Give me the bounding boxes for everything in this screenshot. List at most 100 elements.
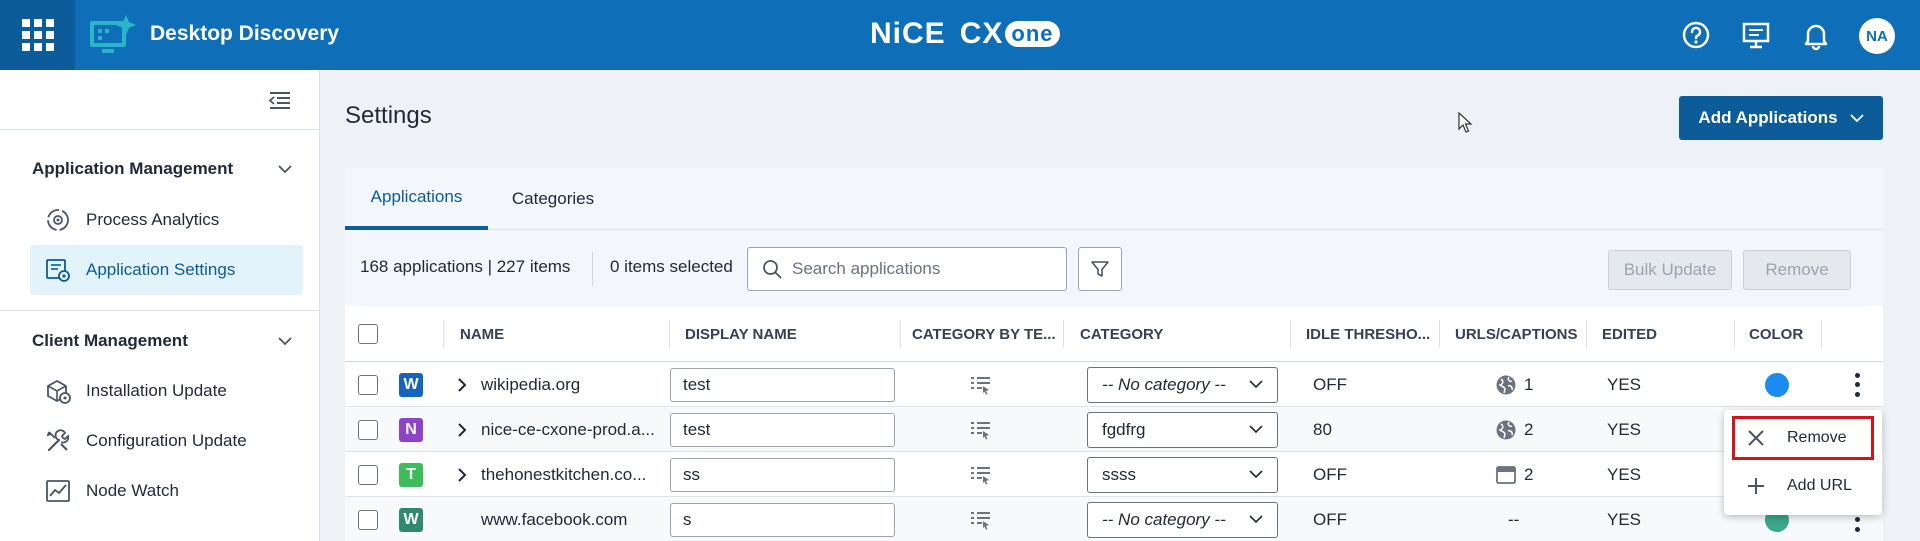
column-header-name[interactable]: NAME bbox=[460, 306, 504, 362]
sidebar-item-installation-update[interactable]: Installation Update bbox=[30, 366, 303, 416]
installation-update-icon bbox=[47, 380, 71, 404]
section-application-management[interactable]: Application Management bbox=[32, 159, 292, 179]
chevron-down-icon bbox=[278, 164, 292, 173]
category-template-icon[interactable] bbox=[970, 510, 992, 530]
bulk-update-button[interactable]: Bulk Update bbox=[1608, 250, 1732, 290]
selected-count: 0 items selected bbox=[610, 257, 733, 276]
edited-value: YES bbox=[1607, 374, 1642, 394]
category-template-icon[interactable] bbox=[970, 420, 992, 440]
sidebar: Application Management Process Analytics… bbox=[0, 70, 320, 541]
column-divider bbox=[669, 320, 670, 348]
column-divider bbox=[1586, 320, 1587, 348]
add-applications-button[interactable]: Add Applications bbox=[1679, 96, 1883, 140]
help-icon[interactable] bbox=[1680, 19, 1712, 51]
column-header-color[interactable]: COLOR bbox=[1749, 306, 1803, 362]
collapse-sidebar-icon[interactable] bbox=[268, 90, 292, 110]
sidebar-item-label: Application Settings bbox=[86, 260, 236, 279]
configuration-update-icon bbox=[46, 429, 70, 452]
sidebar-divider bbox=[0, 310, 320, 311]
process-analytics-icon bbox=[47, 209, 69, 231]
application-settings-icon bbox=[46, 259, 70, 282]
applications-panel: Applications Categories 168 applications… bbox=[345, 168, 1883, 541]
globe-icon bbox=[1496, 375, 1516, 394]
display-name-input[interactable]: s bbox=[670, 502, 895, 537]
expand-chevron-icon[interactable] bbox=[456, 422, 468, 438]
column-header-category-by-template[interactable]: CATEGORY BY TE... bbox=[912, 306, 1056, 362]
menu-item-add-url[interactable]: Add URL bbox=[1732, 464, 1874, 508]
category-select[interactable]: ssss bbox=[1087, 456, 1278, 493]
brand-one: one bbox=[1005, 21, 1060, 47]
category-template-icon[interactable] bbox=[970, 465, 992, 485]
column-header-idle-threshold[interactable]: IDLE THRESHO... bbox=[1306, 306, 1430, 362]
app-launcher-button[interactable] bbox=[0, 0, 75, 70]
app-badge-icon: N bbox=[399, 417, 423, 442]
column-divider bbox=[900, 320, 901, 348]
table-toolbar: 168 applications | 227 items 0 items sel… bbox=[345, 230, 1883, 306]
category-select[interactable]: -- No category -- bbox=[1087, 501, 1278, 538]
category-select[interactable]: fgdfrg bbox=[1087, 411, 1278, 448]
app-badge-icon: T bbox=[399, 462, 423, 487]
row-checkbox[interactable] bbox=[358, 419, 378, 440]
table-row[interactable]: W wikipedia.org test -- No category -- O… bbox=[345, 362, 1883, 407]
url-count: 2 bbox=[1524, 419, 1534, 439]
expand-chevron-icon[interactable] bbox=[456, 377, 468, 393]
brand-cx: CX bbox=[959, 17, 1004, 50]
select-all-checkbox[interactable] bbox=[358, 324, 378, 344]
url-count: 1 bbox=[1524, 374, 1534, 394]
section-client-management[interactable]: Client Management bbox=[32, 331, 292, 351]
user-avatar[interactable]: NA bbox=[1859, 18, 1895, 54]
presentation-board-icon[interactable] bbox=[1740, 19, 1772, 51]
node-watch-icon bbox=[46, 480, 70, 502]
row-checkbox[interactable] bbox=[358, 464, 378, 485]
sidebar-item-application-settings[interactable]: Application Settings bbox=[30, 245, 303, 295]
category-value: -- No category -- bbox=[1102, 509, 1226, 529]
application-counts: 168 applications | 227 items bbox=[360, 257, 571, 276]
filter-icon bbox=[1091, 261, 1109, 277]
filter-button[interactable] bbox=[1078, 247, 1122, 291]
tab-categories[interactable]: Categories bbox=[488, 168, 618, 230]
row-checkbox[interactable] bbox=[358, 509, 378, 530]
globe-icon bbox=[1496, 420, 1516, 439]
row-actions-kebab-icon[interactable] bbox=[1855, 372, 1861, 397]
search-icon bbox=[763, 260, 782, 279]
search-input[interactable] bbox=[792, 259, 1052, 279]
category-select[interactable]: -- No category -- bbox=[1087, 366, 1278, 403]
column-header-display-name[interactable]: DISPLAY NAME bbox=[685, 306, 797, 362]
display-name-input[interactable]: test bbox=[670, 367, 895, 402]
table-row[interactable]: N nice-ce-cxone-prod.a... test fgdfrg 80 bbox=[345, 407, 1883, 452]
expand-chevron-icon[interactable] bbox=[456, 467, 468, 483]
menu-item-label: Add URL bbox=[1787, 477, 1852, 494]
category-value: -- No category -- bbox=[1102, 374, 1226, 394]
color-swatch[interactable] bbox=[1765, 372, 1789, 397]
table-row[interactable]: T thehonestkitchen.co... ss ssss OFF 2 Y… bbox=[345, 452, 1883, 497]
column-header-edited[interactable]: EDITED bbox=[1602, 306, 1657, 362]
sidebar-divider bbox=[0, 129, 320, 130]
row-checkbox[interactable] bbox=[358, 374, 378, 395]
grid-icon bbox=[21, 19, 54, 51]
sidebar-item-configuration-update[interactable]: Configuration Update bbox=[30, 416, 303, 466]
tab-applications[interactable]: Applications bbox=[345, 168, 488, 230]
search-box[interactable] bbox=[747, 247, 1067, 291]
notification-bell-icon[interactable] bbox=[1800, 19, 1832, 51]
app-name: wikipedia.org bbox=[481, 374, 581, 394]
table-row[interactable]: W www.facebook.com s -- No category -- O… bbox=[345, 497, 1883, 541]
app-badge-icon: W bbox=[399, 372, 423, 397]
menu-item-remove[interactable]: Remove bbox=[1732, 416, 1874, 460]
category-template-icon[interactable] bbox=[970, 375, 992, 395]
section-title: Application Management bbox=[32, 159, 234, 178]
column-header-category[interactable]: CATEGORY bbox=[1080, 306, 1163, 362]
sidebar-item-node-watch[interactable]: Node Watch bbox=[30, 466, 303, 516]
chevron-down-icon bbox=[1249, 515, 1263, 524]
row-actions-menu: Remove Add URL bbox=[1724, 410, 1882, 515]
display-name-input[interactable]: ss bbox=[670, 457, 895, 492]
column-header-urls-captions[interactable]: URLS/CAPTIONS bbox=[1455, 306, 1578, 362]
column-divider bbox=[1439, 320, 1440, 348]
app-title: Desktop Discovery bbox=[150, 22, 340, 45]
section-title: Client Management bbox=[32, 331, 188, 350]
sidebar-item-process-analytics[interactable]: Process Analytics bbox=[30, 195, 303, 245]
chevron-down-icon bbox=[1249, 470, 1263, 479]
display-name-input[interactable]: test bbox=[670, 412, 895, 447]
remove-button[interactable]: Remove bbox=[1743, 250, 1851, 290]
sidebar-item-label: Node Watch bbox=[86, 481, 179, 500]
select-all-cell bbox=[358, 306, 378, 362]
